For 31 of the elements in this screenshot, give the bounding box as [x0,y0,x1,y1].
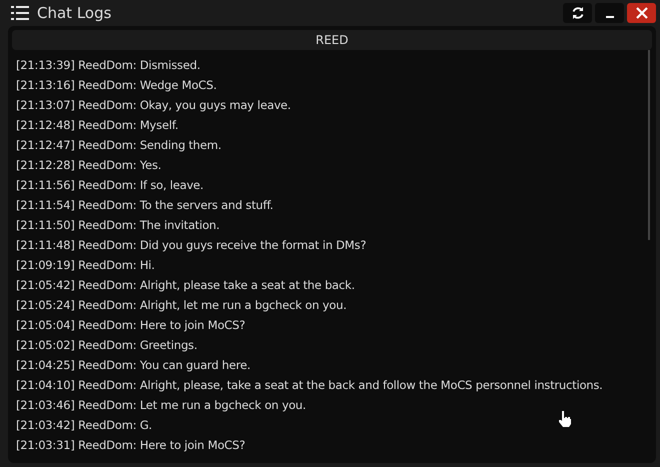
chat-message: [21:12:48] ReedDom: Myself. [16,117,178,134]
close-icon [636,7,648,19]
channel-header: REED [12,30,652,50]
chat-message: [21:13:39] ReedDom: Dismissed. [16,57,200,74]
minimize-button[interactable] [595,3,624,23]
chat-message: [21:05:42] ReedDom: Alright, please take a seat at the back. [16,277,355,294]
chat-message: [21:03:46] ReedDom: Let me run a bgcheck on you. [16,397,306,414]
refresh-icon [570,6,584,20]
menu-icon[interactable] [11,5,29,21]
close-button[interactable] [627,3,656,23]
chat-message: [21:12:28] ReedDom: Yes. [16,157,162,174]
chat-message: [21:05:24] ReedDom: Alright, let me run a bgcheck on you. [16,297,347,314]
chat-message: [21:05:04] ReedDom: Here to join MoCS? [16,317,246,334]
chat-message: [21:13:07] ReedDom: Okay, you guys may leave. [16,97,291,114]
chat-message: [21:05:02] ReedDom: Greetings. [16,337,198,354]
refresh-button[interactable] [563,3,592,23]
chat-message: [21:04:25] ReedDom: You can guard here. [16,357,251,374]
minimize-icon [606,16,614,18]
chat-message: [21:11:56] ReedDom: If so, leave. [16,177,204,194]
chat-message: [21:11:54] ReedDom: To the servers and stuff. [16,197,274,214]
scrollbar[interactable] [648,50,650,240]
hand-cursor-icon [558,410,572,428]
chat-message: [21:03:31] ReedDom: Here to join MoCS? [16,437,246,454]
chat-message: [21:13:16] ReedDom: Wedge MoCS. [16,77,217,94]
chat-message: [21:12:47] ReedDom: Sending them. [16,137,222,154]
window-title: Chat Logs [37,4,112,22]
chat-message: [21:04:10] ReedDom: Alright, please, take a seat at the back and follow the MoCS personnel instructions. [16,377,603,394]
chat-message: [21:03:42] ReedDom: G. [16,417,152,434]
chat-message: [21:11:48] ReedDom: Did you guys receive the format in DMs? [16,237,366,254]
chat-message: [21:09:19] ReedDom: Hi. [16,257,155,274]
chat-message: [21:11:50] ReedDom: The invitation. [16,217,220,234]
